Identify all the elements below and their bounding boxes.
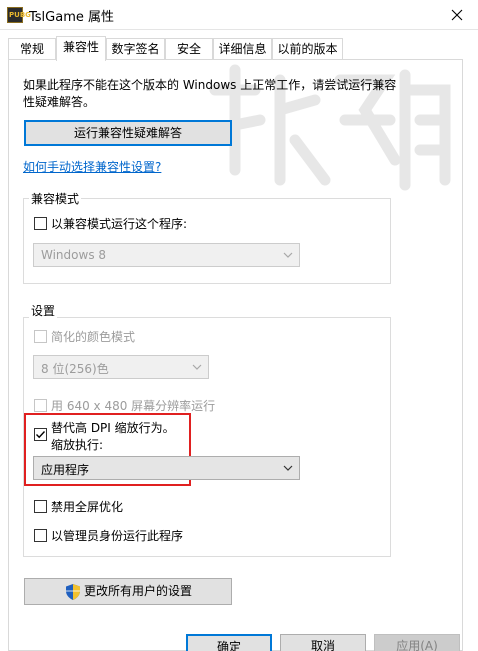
os-version-value: Windows 8 <box>41 248 107 262</box>
fullscreen-optimization-checkbox[interactable] <box>34 500 47 513</box>
close-button[interactable] <box>436 0 478 30</box>
dpi-override-checkbox[interactable] <box>34 428 47 441</box>
close-icon <box>451 9 463 21</box>
cancel-button[interactable]: 取消 <box>280 634 366 651</box>
scaling-performer-value: 应用程序 <box>41 463 90 477</box>
intro-text: 如果此程序不能在这个版本的 Windows 上正常工作，请尝试运行兼容性疑难解答… <box>23 78 397 109</box>
reduced-color-checkbox <box>34 330 47 343</box>
settings-title: 设置 <box>29 302 58 319</box>
scaling-performer-select[interactable]: 应用程序 <box>33 456 300 480</box>
change-all-users-label: 更改所有用户的设置 <box>83 584 192 598</box>
color-depth-value: 8 位(256)色 <box>41 362 109 376</box>
tab-general[interactable]: 常规 <box>8 38 56 60</box>
app-icon: PUBG <box>7 7 31 23</box>
tab-previous-versions[interactable]: 以前的版本 <box>272 38 343 60</box>
low-resolution-checkbox <box>34 399 47 412</box>
fullscreen-optimization-label: 禁用全屏优化 <box>51 500 124 514</box>
run-troubleshooter-button[interactable]: 运行兼容性疑难解答 <box>24 120 232 146</box>
tab-details[interactable]: 详细信息 <box>213 38 272 60</box>
low-resolution-label: 用 640 x 480 屏幕分辨率运行 <box>51 399 216 413</box>
compat-mode-title: 兼容模式 <box>29 190 82 207</box>
chevron-down-icon <box>283 465 293 471</box>
color-depth-select: 8 位(256)色 <box>33 355 209 379</box>
run-as-admin-checkbox[interactable] <box>34 529 47 542</box>
tab-security[interactable]: 安全 <box>165 38 213 60</box>
chevron-down-icon <box>283 252 293 258</box>
compat-mode-label: 以兼容模式运行这个程序: <box>51 217 188 231</box>
tab-digital-signatures[interactable]: 数字签名 <box>106 38 165 60</box>
tab-strip: 常规 兼容性 数字签名 安全 详细信息 以前的版本 <box>0 36 478 61</box>
scaling-by-label: 缩放执行: <box>51 438 104 452</box>
uac-shield-icon <box>66 584 80 600</box>
run-as-admin-label: 以管理员身份运行此程序 <box>51 529 184 543</box>
compat-mode-group <box>23 198 391 284</box>
compat-mode-checkbox[interactable] <box>34 217 47 230</box>
checkmark-icon <box>36 431 46 439</box>
app-icon-text: PUBG <box>9 11 31 19</box>
dpi-override-label: 替代高 DPI 缩放行为。 <box>51 421 175 435</box>
apply-button: 应用(A) <box>374 634 460 651</box>
change-all-users-button[interactable]: 更改所有用户的设置 <box>24 578 232 605</box>
window-title: TslGame 属性 <box>29 10 115 25</box>
chevron-down-icon <box>192 364 202 370</box>
ok-button[interactable]: 确定 <box>186 634 272 651</box>
reduced-color-label: 简化的颜色模式 <box>51 330 136 344</box>
os-version-select: Windows 8 <box>33 243 300 267</box>
title-bar: PUBG TslGame 属性 <box>0 0 478 30</box>
tab-compatibility[interactable]: 兼容性 <box>56 36 106 61</box>
manual-settings-link[interactable]: 如何手动选择兼容性设置? <box>23 158 161 175</box>
